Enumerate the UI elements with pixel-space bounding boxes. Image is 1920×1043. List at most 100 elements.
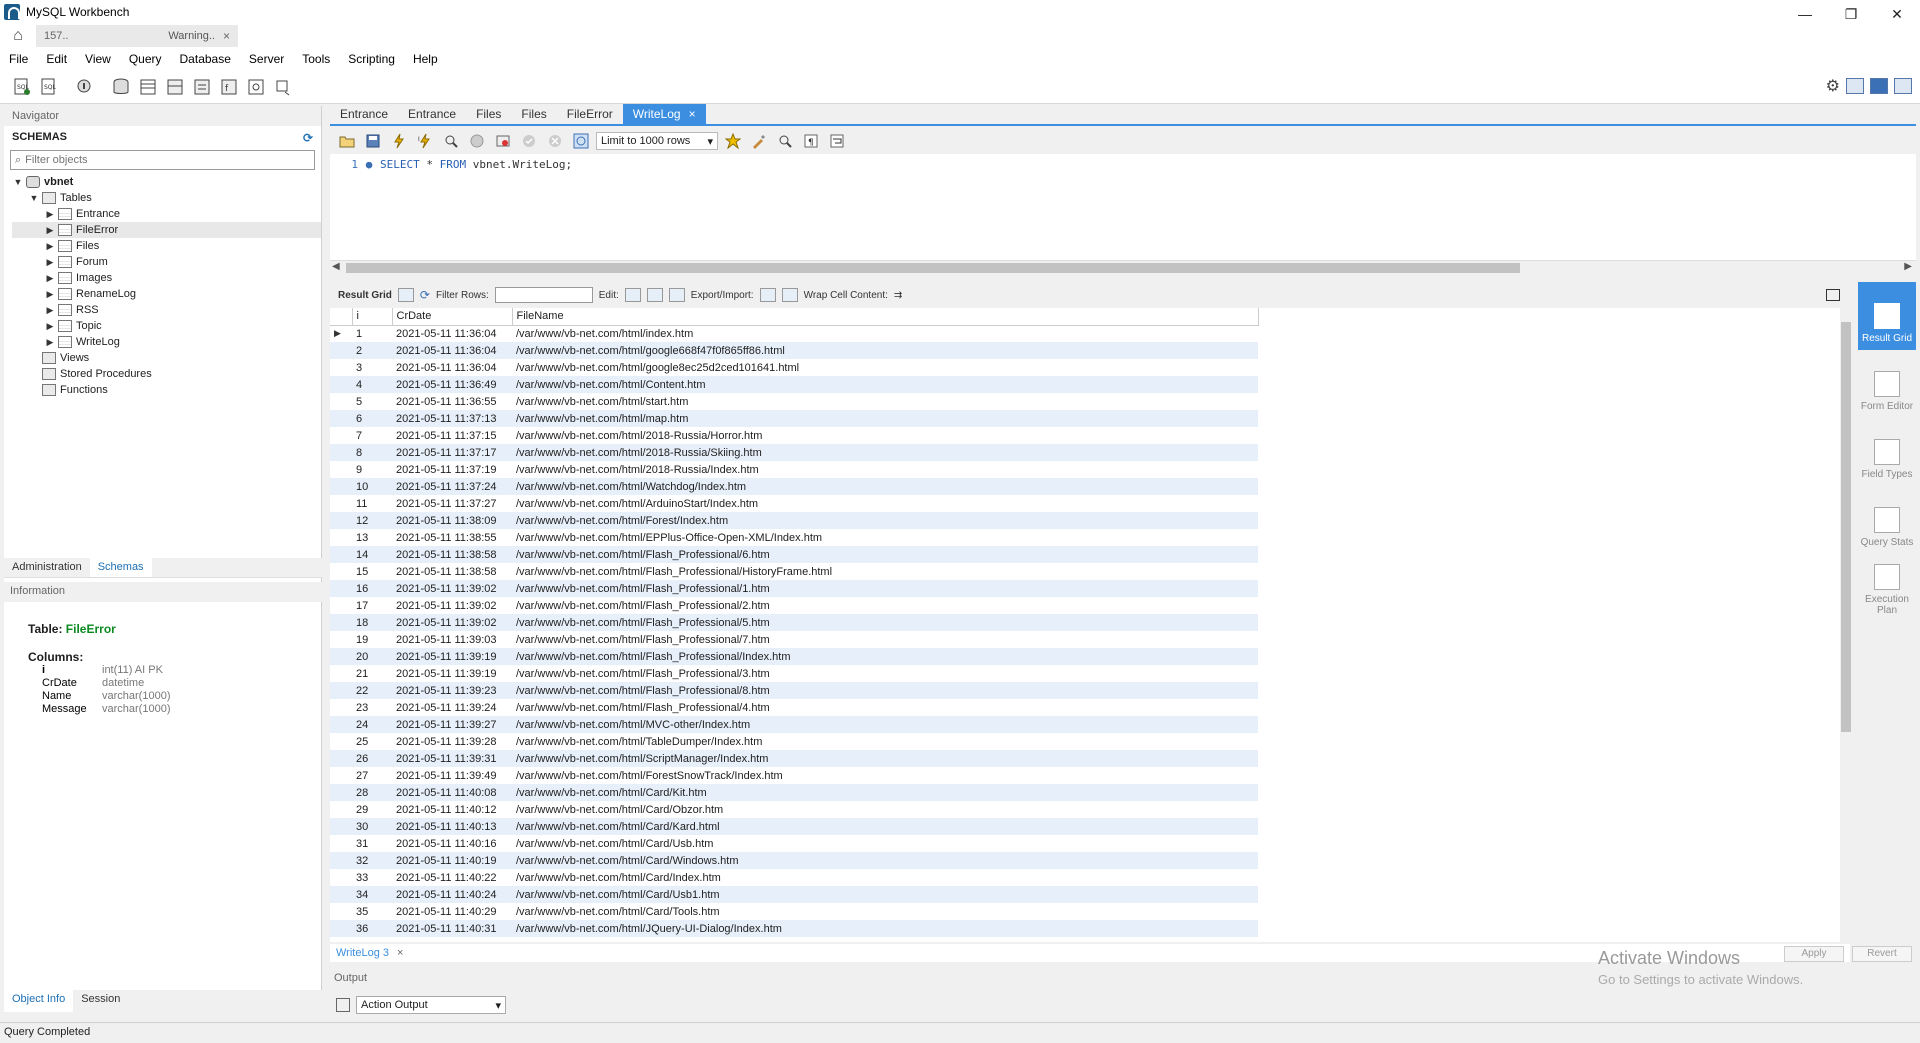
cell-i[interactable]: 3 xyxy=(352,359,392,376)
filter-objects-input[interactable] xyxy=(25,154,306,166)
expand-arrow-icon[interactable]: ▶ xyxy=(44,321,56,332)
table-item-entrance[interactable]: ▶ Entrance xyxy=(12,206,321,222)
cell-filename[interactable]: /var/www/vb-net.com/html/Card/Windows.ht… xyxy=(512,852,1258,869)
table-row[interactable]: 5 2021-05-11 11:36:55/var/www/vb-net.com/… xyxy=(330,393,1258,410)
menu-tools[interactable]: Tools xyxy=(293,52,339,66)
table-item-rss[interactable]: ▶ RSS xyxy=(12,302,321,318)
cell-crdate[interactable]: 2021-05-11 11:37:27 xyxy=(392,495,512,512)
tab-session[interactable]: Session xyxy=(73,990,128,1012)
menu-query[interactable]: Query xyxy=(120,52,171,66)
table-row[interactable]: 33 2021-05-11 11:40:22/var/www/vb-net.com… xyxy=(330,869,1258,886)
cell-crdate[interactable]: 2021-05-11 11:40:24 xyxy=(392,886,512,903)
cell-filename[interactable]: /var/www/vb-net.com/html/Flash_Professio… xyxy=(512,597,1258,614)
scroll-left-icon[interactable]: ◀ xyxy=(332,261,340,272)
close-connection-icon[interactable]: × xyxy=(223,29,230,43)
cell-filename[interactable]: /var/www/vb-net.com/html/Flash_Professio… xyxy=(512,580,1258,597)
scroll-thumb[interactable] xyxy=(346,263,1520,273)
table-row[interactable]: 2 2021-05-11 11:36:04/var/www/vb-net.com/… xyxy=(330,342,1258,359)
table-row[interactable]: 4 2021-05-11 11:36:49/var/www/vb-net.com/… xyxy=(330,376,1258,393)
menu-help[interactable]: Help xyxy=(404,52,447,66)
cell-filename[interactable]: /var/www/vb-net.com/html/ScriptManager/I… xyxy=(512,750,1258,767)
cell-crdate[interactable]: 2021-05-11 11:36:04 xyxy=(392,325,512,342)
table-row[interactable]: 21 2021-05-11 11:39:19/var/www/vb-net.com… xyxy=(330,665,1258,682)
search-table-data-icon[interactable] xyxy=(244,75,268,99)
close-result-tab-icon[interactable]: × xyxy=(397,947,403,959)
limit-rows-select[interactable]: Limit to 1000 rows ▾ xyxy=(596,132,718,150)
connection-tab[interactable]: 157.. Warning.. × xyxy=(36,25,238,47)
cell-i[interactable]: 32 xyxy=(352,852,392,869)
cell-i[interactable]: 27 xyxy=(352,767,392,784)
table-row[interactable]: 20 2021-05-11 11:39:19/var/www/vb-net.com… xyxy=(330,648,1258,665)
toggle-error-icon[interactable] xyxy=(492,130,514,152)
cell-i[interactable]: 5 xyxy=(352,393,392,410)
table-row[interactable]: 12 2021-05-11 11:38:09/var/www/vb-net.com… xyxy=(330,512,1258,529)
sql-editor[interactable]: 1 ● SELECT * FROM vbnet.WriteLog; xyxy=(330,154,1916,260)
cell-crdate[interactable]: 2021-05-11 11:37:19 xyxy=(392,461,512,478)
cell-i[interactable]: 4 xyxy=(352,376,392,393)
table-item-writelog[interactable]: ▶ WriteLog xyxy=(12,334,321,350)
cell-filename[interactable]: /var/www/vb-net.com/html/Flash_Professio… xyxy=(512,648,1258,665)
editor-tab-files[interactable]: Files xyxy=(511,104,556,124)
open-sql-script-icon[interactable]: SQL xyxy=(37,75,61,99)
cell-filename[interactable]: /var/www/vb-net.com/html/Card/Tools.htm xyxy=(512,903,1258,920)
execute-icon[interactable] xyxy=(388,130,410,152)
table-row[interactable]: 36 2021-05-11 11:40:31/var/www/vb-net.com… xyxy=(330,920,1258,937)
cell-filename[interactable]: /var/www/vb-net.com/html/Flash_Professio… xyxy=(512,563,1258,580)
tables-folder[interactable]: ▼ Tables xyxy=(12,190,321,206)
cell-filename[interactable]: /var/www/vb-net.com/html/2018-Russia/Ski… xyxy=(512,444,1258,461)
wrap-cell-icon[interactable]: ⇉ xyxy=(894,290,902,301)
column-header-i[interactable]: i xyxy=(352,308,393,326)
table-row[interactable]: 27 2021-05-11 11:39:49/var/www/vb-net.com… xyxy=(330,767,1258,784)
output-type-select[interactable]: Action Output ▾ xyxy=(356,996,506,1014)
table-row[interactable]: ▶ 1 2021-05-11 11:36:04/var/www/vb-net.com… xyxy=(330,325,1258,342)
save-icon[interactable] xyxy=(362,130,384,152)
cell-i[interactable]: 35 xyxy=(352,903,392,920)
table-row[interactable]: 34 2021-05-11 11:40:24/var/www/vb-net.com… xyxy=(330,886,1258,903)
table-row[interactable]: 22 2021-05-11 11:39:23/var/www/vb-net.com… xyxy=(330,682,1258,699)
toggle-result-panel-icon[interactable] xyxy=(1826,289,1840,301)
collapse-arrow-icon[interactable]: ▼ xyxy=(12,177,24,187)
table-item-topic[interactable]: ▶ Topic xyxy=(12,318,321,334)
cell-filename[interactable]: /var/www/vb-net.com/html/Card/Obzor.htm xyxy=(512,801,1258,818)
cell-filename[interactable]: /var/www/vb-net.com/html/Watchdog/Index.… xyxy=(512,478,1258,495)
side-execution-plan-button[interactable]: Execution Plan xyxy=(1858,554,1916,622)
expand-arrow-icon[interactable]: ▶ xyxy=(44,241,56,252)
cell-crdate[interactable]: 2021-05-11 11:39:31 xyxy=(392,750,512,767)
cell-crdate[interactable]: 2021-05-11 11:39:23 xyxy=(392,682,512,699)
cell-crdate[interactable]: 2021-05-11 11:40:08 xyxy=(392,784,512,801)
functions-folder[interactable]: Functions xyxy=(12,382,321,398)
cell-filename[interactable]: /var/www/vb-net.com/html/Flash_Professio… xyxy=(512,682,1258,699)
new-sql-tab-icon[interactable]: SQL xyxy=(10,75,34,99)
expand-arrow-icon[interactable]: ▶ xyxy=(44,273,56,284)
editor-tab-writelog[interactable]: WriteLog × xyxy=(622,104,706,124)
cell-crdate[interactable]: 2021-05-11 11:38:58 xyxy=(392,563,512,580)
apply-button[interactable]: Apply xyxy=(1784,946,1844,962)
scroll-thumb[interactable] xyxy=(1841,322,1851,732)
cell-filename[interactable]: /var/www/vb-net.com/html/EPPlus-Office-O… xyxy=(512,529,1258,546)
expand-arrow-icon[interactable]: ▶ xyxy=(44,225,56,236)
expand-arrow-icon[interactable]: ▶ xyxy=(44,209,56,220)
cell-filename[interactable]: /var/www/vb-net.com/html/Flash_Professio… xyxy=(512,546,1258,563)
add-snippet-icon[interactable] xyxy=(722,130,744,152)
settings-gear-icon[interactable]: ⚙ xyxy=(1826,76,1840,96)
side-field-types-button[interactable]: Field Types xyxy=(1858,418,1916,486)
menu-file[interactable]: File xyxy=(0,52,37,66)
table-row[interactable]: 35 2021-05-11 11:40:29/var/www/vb-net.com… xyxy=(330,903,1258,920)
table-item-fileerror[interactable]: ▶ FileError xyxy=(12,222,321,238)
table-row[interactable]: 32 2021-05-11 11:40:19/var/www/vb-net.com… xyxy=(330,852,1258,869)
editor-tab-entrance[interactable]: Entrance xyxy=(398,104,466,124)
toggle-secondary-sidebar-icon[interactable] xyxy=(1894,78,1912,94)
cell-i[interactable]: 20 xyxy=(352,648,392,665)
cell-crdate[interactable]: 2021-05-11 11:39:28 xyxy=(392,733,512,750)
cell-crdate[interactable]: 2021-05-11 11:39:02 xyxy=(392,580,512,597)
cell-i[interactable]: 18 xyxy=(352,614,392,631)
table-row[interactable]: 31 2021-05-11 11:40:16/var/www/vb-net.com… xyxy=(330,835,1258,852)
cell-crdate[interactable]: 2021-05-11 11:39:02 xyxy=(392,614,512,631)
cell-crdate[interactable]: 2021-05-11 11:39:02 xyxy=(392,597,512,614)
cell-i[interactable]: 33 xyxy=(352,869,392,886)
cell-filename[interactable]: /var/www/vb-net.com/html/Content.htm xyxy=(512,376,1258,393)
cell-filename[interactable]: /var/www/vb-net.com/html/Forest/Index.ht… xyxy=(512,512,1258,529)
side-result-grid-button[interactable]: Result Grid xyxy=(1858,282,1916,350)
cell-i[interactable]: 8 xyxy=(352,444,392,461)
expand-arrow-icon[interactable]: ▶ xyxy=(44,337,56,348)
